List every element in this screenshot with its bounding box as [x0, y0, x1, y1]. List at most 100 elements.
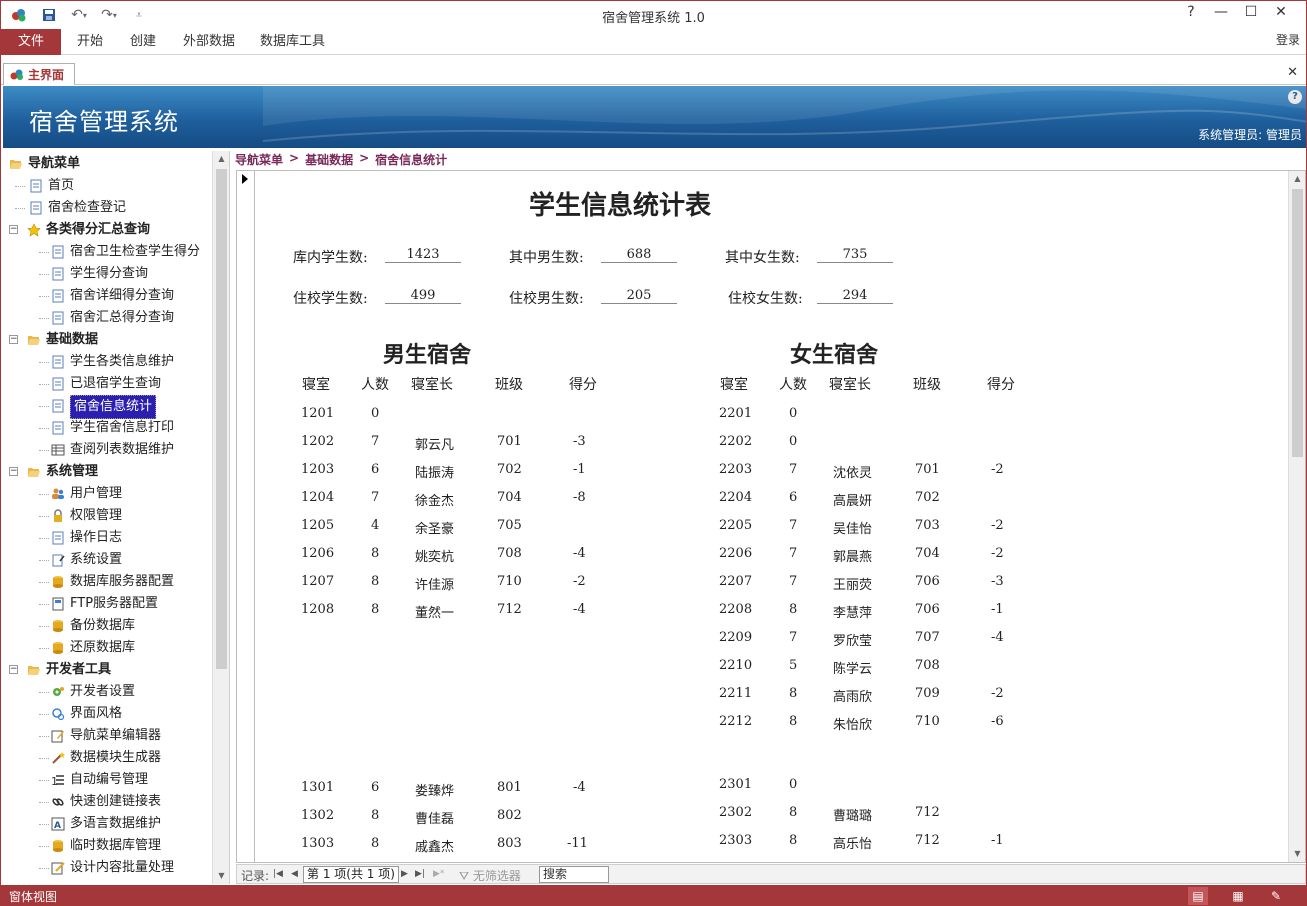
- login-link[interactable]: 登录: [1276, 31, 1300, 48]
- collapse-toggle-icon[interactable]: −: [9, 335, 18, 344]
- nav-item-16[interactable]: 权限管理: [3, 505, 211, 527]
- nav-item-5[interactable]: 学生得分查询: [3, 263, 211, 285]
- nav-item-label: 各类得分汇总查询: [46, 222, 151, 237]
- design-view-icon[interactable]: ✎: [1266, 887, 1286, 905]
- window-controls: ? — ☐ ✕: [1176, 4, 1296, 20]
- folder-open-icon: [9, 157, 23, 171]
- tree-connector: [39, 406, 49, 407]
- nav-item-7[interactable]: 宿舍汇总得分查询: [3, 307, 211, 329]
- scroll-up-icon[interactable]: ▲: [1289, 171, 1305, 187]
- next-record-button[interactable]: ▶: [401, 869, 408, 879]
- female-dorm-cell: 707: [915, 630, 940, 645]
- scroll-down-icon[interactable]: ▼: [213, 868, 229, 884]
- nav-item-20[interactable]: FTP服务器配置: [3, 593, 211, 615]
- nav-item-label: 开发者工具: [46, 662, 112, 677]
- close-button[interactable]: ✕: [1266, 4, 1296, 20]
- previous-record-button[interactable]: ◀: [291, 869, 298, 879]
- nav-item-23[interactable]: − 开发者工具: [3, 659, 211, 681]
- nav-item-8[interactable]: − 基础数据: [3, 329, 211, 351]
- form-scroll-thumb[interactable]: [1292, 189, 1303, 457]
- breadcrumb-basic-data[interactable]: 基础数据: [305, 151, 353, 169]
- nav-item-label: 宿舍详细得分查询: [70, 288, 175, 303]
- tab-create[interactable]: 创建: [130, 29, 156, 55]
- nav-item-label: 学生各类信息维护: [70, 354, 175, 369]
- female-dorm-cell: 2303: [719, 833, 753, 848]
- nav-item-30[interactable]: A 多语言数据维护: [3, 813, 211, 835]
- nav-item-0[interactable]: 导航菜单: [3, 153, 211, 175]
- minimize-button[interactable]: —: [1206, 4, 1236, 20]
- tree-connector: [39, 802, 49, 803]
- nav-item-11[interactable]: 宿舍信息统计: [3, 395, 211, 419]
- female-dorm-cell: 李慧萍: [833, 606, 873, 621]
- nav-item-19[interactable]: 数据库服务器配置: [3, 571, 211, 593]
- breadcrumb-nav-menu[interactable]: 导航菜单: [235, 151, 283, 169]
- tab-main-screen[interactable]: 主界面: [3, 63, 75, 85]
- datasheet-view-icon[interactable]: ▦: [1228, 887, 1248, 905]
- male-dorm-cell: -4: [573, 780, 586, 795]
- help-icon[interactable]: ?: [1288, 90, 1302, 104]
- nav-item-22[interactable]: 还原数据库: [3, 637, 211, 659]
- document-icon: [51, 421, 65, 435]
- filter-status[interactable]: ⛛ 无筛选器: [459, 867, 521, 884]
- tree-connector: [39, 362, 49, 363]
- nav-item-17[interactable]: 操作日志: [3, 527, 211, 549]
- nav-item-31[interactable]: 临时数据库管理: [3, 835, 211, 857]
- tab-external-data[interactable]: 外部数据: [183, 29, 235, 55]
- nav-item-10[interactable]: 已退宿学生查询: [3, 373, 211, 395]
- last-record-button[interactable]: ▶|: [415, 869, 425, 879]
- collapse-toggle-icon[interactable]: −: [9, 467, 18, 476]
- tree-connector: [39, 758, 49, 759]
- nav-item-label: 开发者设置: [70, 684, 136, 699]
- record-selector[interactable]: [237, 171, 255, 862]
- female-dorm-cell: -2: [991, 462, 1004, 477]
- nav-item-3[interactable]: − 各类得分汇总查询: [3, 219, 211, 241]
- scroll-up-icon[interactable]: ▲: [213, 151, 229, 167]
- help-button[interactable]: ?: [1176, 4, 1206, 20]
- nav-item-15[interactable]: 用户管理: [3, 483, 211, 505]
- nav-item-32[interactable]: 设计内容批量处理: [3, 857, 211, 879]
- tree-connector: [39, 450, 49, 451]
- male-dorm-cell: 801: [497, 780, 522, 795]
- scroll-down-icon[interactable]: ▼: [1289, 846, 1305, 862]
- collapse-toggle-icon[interactable]: −: [9, 665, 18, 674]
- nav-item-26[interactable]: 导航菜单编辑器: [3, 725, 211, 747]
- maximize-button[interactable]: ☐: [1236, 4, 1266, 20]
- nav-scroll-thumb[interactable]: [216, 169, 227, 669]
- tab-file[interactable]: 文件: [1, 29, 61, 55]
- new-record-button[interactable]: ▶*: [433, 869, 444, 879]
- tab-home[interactable]: 开始: [77, 29, 103, 55]
- male-dorm-cell: 1201: [301, 406, 335, 421]
- first-record-button[interactable]: |◀: [273, 869, 283, 879]
- nav-item-9[interactable]: 学生各类信息维护: [3, 351, 211, 373]
- nav-item-25[interactable]: 界面风格: [3, 703, 211, 725]
- nav-item-27[interactable]: 数据模块生成器: [3, 747, 211, 769]
- female-dorm-cell: 8: [789, 714, 798, 729]
- nav-item-28[interactable]: 1 自动编号管理: [3, 769, 211, 791]
- tab-database-tools[interactable]: 数据库工具: [260, 29, 325, 55]
- male-column-header: 人数: [361, 377, 389, 393]
- nav-item-13[interactable]: 查阅列表数据维护: [3, 439, 211, 461]
- nav-item-label: 自动编号管理: [70, 772, 149, 787]
- nav-item-29[interactable]: 快速创建链接表: [3, 791, 211, 813]
- nav-item-18[interactable]: 系统设置: [3, 549, 211, 571]
- nav-item-2[interactable]: 宿舍检查登记: [3, 197, 211, 219]
- nav-item-14[interactable]: − 系统管理: [3, 461, 211, 483]
- nav-item-1[interactable]: 首页: [3, 175, 211, 197]
- document-icon: [51, 355, 65, 369]
- nav-item-21[interactable]: 备份数据库: [3, 615, 211, 637]
- form-view-icon[interactable]: ▤: [1188, 887, 1208, 905]
- nav-item-6[interactable]: 宿舍详细得分查询: [3, 285, 211, 307]
- collapse-toggle-icon[interactable]: −: [9, 225, 18, 234]
- stat-value: 688: [601, 247, 677, 263]
- search-input[interactable]: 搜索: [539, 866, 609, 883]
- form-scrollbar[interactable]: ▲ ▼: [1288, 171, 1305, 862]
- tree-connector: [39, 252, 49, 253]
- nav-scrollbar[interactable]: ▲ ▼: [212, 151, 229, 884]
- nav-item-label: FTP服务器配置: [70, 596, 159, 611]
- nav-item-4[interactable]: 宿舍卫生检查学生得分: [3, 241, 211, 263]
- nav-item-24[interactable]: 开发者设置: [3, 681, 211, 703]
- close-document-button[interactable]: ✕: [1287, 65, 1298, 80]
- record-position-input[interactable]: 第 1 项(共 1 项): [303, 866, 399, 883]
- stat-resident-female: 住校女生数: 294: [728, 288, 893, 308]
- nav-item-12[interactable]: 学生宿舍信息打印: [3, 417, 211, 439]
